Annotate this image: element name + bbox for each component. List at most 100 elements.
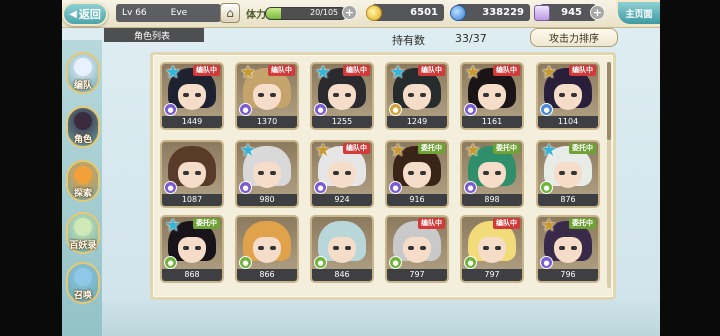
character-icon	[74, 112, 92, 130]
portrait-eye	[408, 171, 414, 175]
element-icon: ●	[540, 256, 553, 269]
power-value: 796	[538, 269, 598, 281]
portrait-eye	[420, 246, 426, 250]
character-card[interactable]: 编队中 ● 797	[460, 215, 524, 283]
rarity-star-icon: ★	[464, 62, 482, 83]
rarity-star-icon: ★	[540, 62, 558, 83]
rarity-star-icon: ★	[389, 62, 407, 83]
rarity-star-icon: ★	[239, 62, 257, 83]
sort-label: 攻击力排序	[549, 34, 599, 45]
status-badge: 编队中	[268, 65, 295, 76]
power-value: 1161	[462, 116, 522, 128]
portrait-eye	[345, 171, 351, 175]
ticket-value: 945	[561, 7, 582, 18]
character-card[interactable]: ★ 编队中 ● 1449	[160, 62, 224, 130]
nav-item-3[interactable]: 百妖录	[66, 212, 100, 254]
portrait-eye	[345, 246, 351, 250]
character-card[interactable]: ★ 委托中 ● 876	[536, 140, 600, 208]
power-value: 846	[312, 269, 372, 281]
portrait-eye	[559, 93, 565, 97]
back-button[interactable]: ◀ 返回	[62, 2, 108, 26]
element-icon: ●	[389, 256, 402, 269]
character-card[interactable]: ★ 编队中 ● 1255	[310, 62, 374, 130]
portrait-eye	[258, 246, 264, 250]
scrollbar-thumb[interactable]	[607, 62, 611, 140]
element-icon: ●	[239, 181, 252, 194]
portrait-eye	[495, 171, 501, 175]
summon-icon	[74, 268, 92, 286]
portrait-eye	[559, 246, 565, 250]
portrait-eye	[333, 93, 339, 97]
nav-item-0[interactable]: 编队	[66, 52, 100, 94]
player-name: Eve	[170, 8, 188, 18]
portrait-eye	[258, 171, 264, 175]
character-card[interactable]: ★ 编队中 ● 1104	[536, 62, 600, 130]
portrait-eye	[483, 93, 489, 97]
portrait-eye	[483, 246, 489, 250]
back-label: 返回	[78, 8, 101, 21]
character-card[interactable]: ● 846	[310, 215, 374, 283]
nav-item-4[interactable]: 召唤	[66, 262, 100, 304]
rarity-star-icon: ★	[164, 215, 182, 236]
character-card[interactable]: ★ 委托中 ● 868	[160, 215, 224, 283]
character-card[interactable]: ★ 编队中 ● 1161	[460, 62, 524, 130]
back-arrow-icon: ◀	[69, 8, 77, 20]
home-icon[interactable]: ⌂	[220, 3, 240, 23]
nav-label: 编队	[73, 81, 92, 91]
element-icon: ●	[389, 181, 402, 194]
gem-value: 338229	[482, 7, 524, 18]
character-card[interactable]: ● 1087	[160, 140, 224, 208]
element-icon: ●	[314, 181, 327, 194]
character-card[interactable]: ★ 委托中 ● 898	[460, 140, 524, 208]
portrait-eye	[195, 246, 201, 250]
power-value: 1104	[538, 116, 598, 128]
add-stamina-button[interactable]: +	[342, 5, 357, 20]
section-title-bar: 角色列表	[104, 28, 204, 42]
nav-item-1[interactable]: 角色	[66, 106, 100, 148]
portrait-eye	[420, 171, 426, 175]
rarity-star-icon: ★	[314, 140, 332, 161]
status-badge: 编队中	[343, 143, 370, 154]
rarity-star-icon: ★	[540, 215, 558, 236]
rarity-star-icon: ★	[164, 62, 182, 83]
main-menu-button[interactable]: 主页面	[616, 0, 662, 26]
coin-counter: 6501	[372, 4, 444, 21]
character-card[interactable]: ★ 编队中 ● 924	[310, 140, 374, 208]
element-icon: ●	[464, 103, 477, 116]
element-icon: ●	[239, 103, 252, 116]
character-card[interactable]: ● 866	[235, 215, 299, 283]
sort-button[interactable]: 攻击力排序	[530, 28, 618, 47]
character-card[interactable]: ★ 编队中 ● 1249	[385, 62, 449, 130]
status-badge: 编队中	[193, 65, 220, 76]
book-icon	[74, 218, 92, 236]
element-icon: ●	[164, 256, 177, 269]
character-card[interactable]: ★ 委托中 ● 916	[385, 140, 449, 208]
portrait-eye	[345, 93, 351, 97]
stamina-label: 体力	[246, 10, 266, 21]
owned-label: 持有数	[392, 34, 425, 47]
nav-label: 百妖录	[69, 241, 97, 251]
status-badge: 委托中	[569, 143, 596, 154]
portrait-eye	[270, 246, 276, 250]
character-card[interactable]: ★ 委托中 ● 796	[536, 215, 600, 283]
portrait-eye	[495, 246, 501, 250]
nav-item-2[interactable]: 探索	[66, 160, 100, 202]
nav-label: 探索	[73, 189, 92, 199]
character-card[interactable]: ★ ● 980	[235, 140, 299, 208]
player-info: Lv 66 Eve	[116, 4, 221, 22]
portrait-eye	[420, 93, 426, 97]
power-value: 1449	[162, 116, 222, 128]
character-card[interactable]: 编队中 ● 797	[385, 215, 449, 283]
status-badge: 委托中	[193, 218, 220, 229]
character-card[interactable]: ★ 编队中 ● 1370	[235, 62, 299, 130]
status-badge: 编队中	[343, 65, 370, 76]
power-value: 1370	[237, 116, 297, 128]
power-value: 898	[462, 194, 522, 206]
power-value: 1255	[312, 116, 372, 128]
portrait-eye	[258, 93, 264, 97]
add-ticket-button[interactable]: +	[590, 5, 605, 20]
status-badge: 编队中	[493, 65, 520, 76]
element-icon: ●	[239, 256, 252, 269]
power-value: 876	[538, 194, 598, 206]
status-badge: 委托中	[569, 218, 596, 229]
